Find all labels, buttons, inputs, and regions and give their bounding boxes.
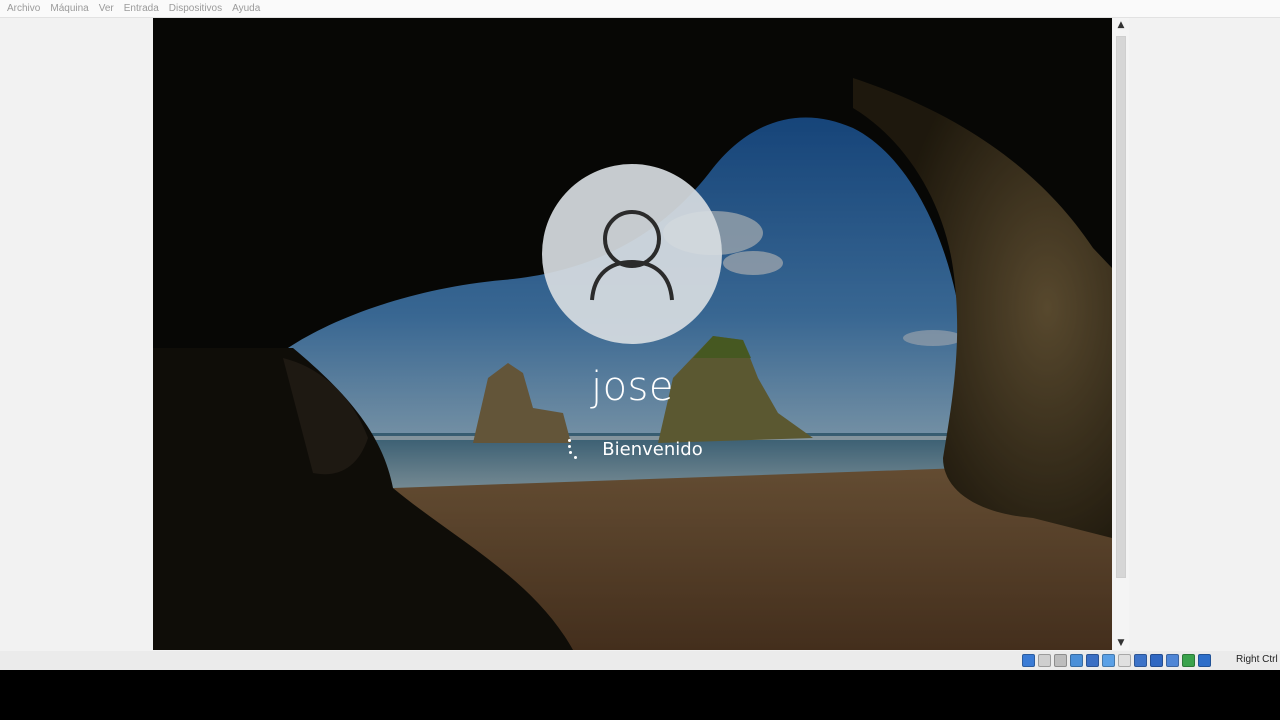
host-key-label: Right Ctrl: [1236, 654, 1278, 665]
username-label: jose: [590, 364, 675, 410]
welcome-text: Bienvenido: [602, 438, 703, 460]
scroll-down-icon[interactable]: ▼: [1113, 636, 1129, 650]
shared-folders-icon[interactable]: [1118, 654, 1131, 667]
loading-spinner-icon: [562, 437, 580, 461]
network-icon[interactable]: [1086, 654, 1099, 667]
mouse-integration-icon[interactable]: [1198, 654, 1211, 667]
user-icon: [590, 210, 674, 301]
virtualbox-window: Archivo Máquina Ver Entrada Dispositivos…: [0, 0, 1280, 670]
menu-dispositivos[interactable]: Dispositivos: [166, 3, 229, 14]
menu-ayuda[interactable]: Ayuda: [229, 3, 267, 14]
menu-bar: Archivo Máquina Ver Entrada Dispositivos…: [0, 0, 1280, 18]
audio-icon[interactable]: [1070, 654, 1083, 667]
guest-display[interactable]: jose Bienvenido: [153, 18, 1112, 650]
display-icon[interactable]: [1134, 654, 1147, 667]
guest-additions-icon[interactable]: [1182, 654, 1195, 667]
login-screen: jose Bienvenido: [153, 18, 1112, 650]
scroll-up-icon[interactable]: ▲: [1113, 18, 1129, 32]
menu-maquina[interactable]: Máquina: [47, 3, 95, 14]
scrollbar-thumb[interactable]: [1116, 36, 1126, 578]
menu-archivo[interactable]: Archivo: [4, 3, 47, 14]
hard-disk-icon[interactable]: [1022, 654, 1035, 667]
usb-icon[interactable]: [1102, 654, 1115, 667]
login-status: Bienvenido: [153, 437, 1112, 461]
device-status-icons: [1022, 653, 1211, 668]
vertical-scrollbar[interactable]: ▲ ▼: [1113, 18, 1129, 650]
menu-ver[interactable]: Ver: [96, 3, 121, 14]
video-capture-icon[interactable]: [1150, 654, 1163, 667]
status-bar: Right Ctrl: [0, 651, 1280, 670]
floppy-icon[interactable]: [1054, 654, 1067, 667]
user-avatar[interactable]: [542, 164, 722, 344]
cpu-icon[interactable]: [1166, 654, 1179, 667]
menu-entrada[interactable]: Entrada: [121, 3, 166, 14]
optical-drive-icon[interactable]: [1038, 654, 1051, 667]
